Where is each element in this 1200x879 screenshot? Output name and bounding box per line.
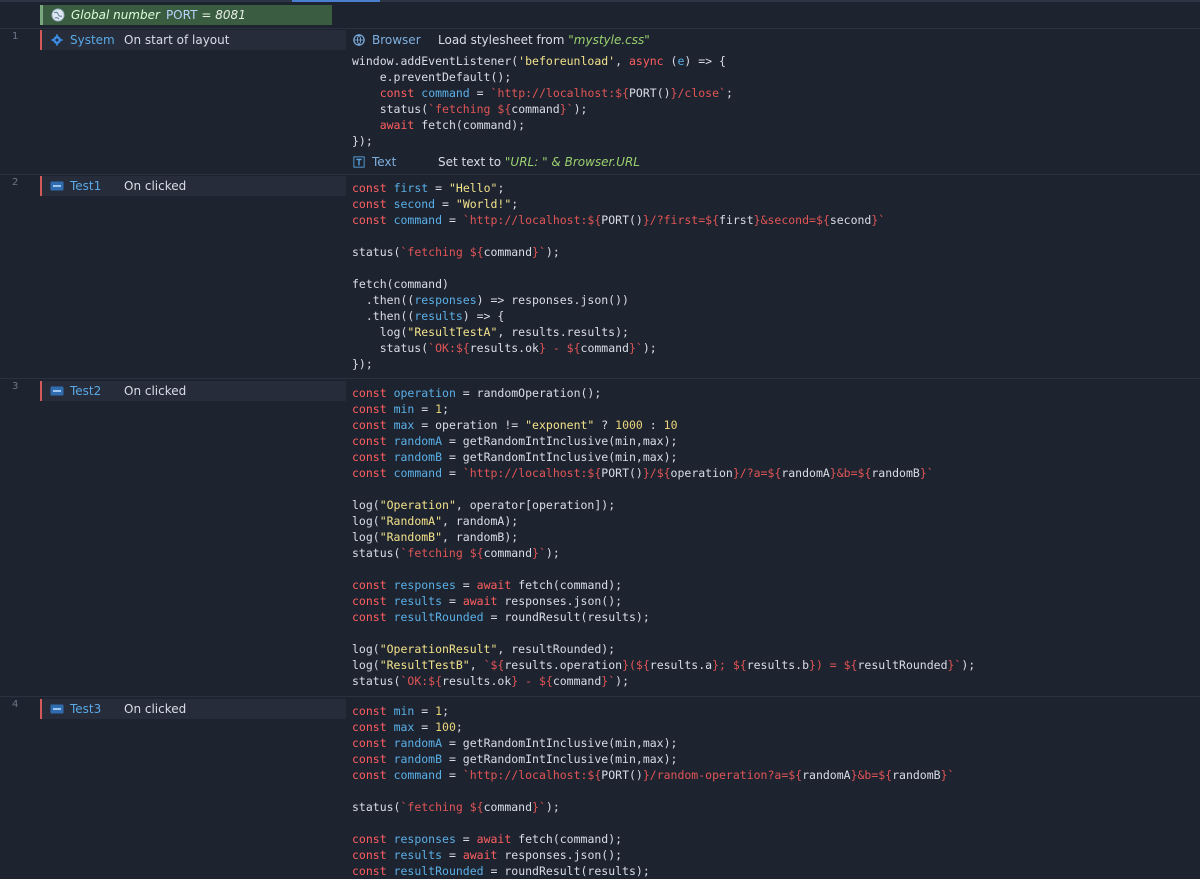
browser-icon [353, 34, 365, 46]
event-condition-test1[interactable]: Test1 On clicked [40, 176, 346, 196]
action-literal: "URL: " & Browser.URL [504, 155, 640, 169]
active-tab-indicator [292, 0, 380, 2]
action-text-set-text[interactable]: Text Set text to "URL: " & Browser.URL [352, 153, 640, 171]
condition-trigger: On clicked [124, 179, 187, 193]
condition-object: Test3 [42, 702, 124, 716]
button-icon [50, 181, 64, 191]
event-number: 4 [12, 699, 19, 710]
event-condition-test2[interactable]: Test2 On clicked [40, 381, 346, 401]
event-divider [0, 696, 1200, 697]
globe-icon [51, 8, 65, 22]
condition-trigger: On clicked [124, 384, 187, 398]
action-object-name: Text [372, 155, 397, 169]
action-object: Browser [352, 33, 438, 47]
condition-object: Test2 [42, 384, 124, 398]
global-variable-port[interactable]: Global number PORT = 8081 [40, 5, 332, 25]
condition-trigger: On start of layout [124, 33, 230, 47]
event-divider [0, 378, 1200, 379]
action-object: Text [352, 155, 438, 169]
script-block-1[interactable]: window.addEventListener('beforeunload', … [352, 53, 733, 149]
button-icon [50, 704, 64, 714]
text-icon [353, 156, 365, 168]
event-number: 1 [12, 31, 19, 42]
condition-object-name: Test1 [70, 179, 102, 193]
top-divider [0, 0, 1200, 2]
gear-icon [51, 34, 63, 46]
condition-object-name: System [70, 33, 115, 47]
event-number: 3 [12, 381, 19, 392]
action-description: Load stylesheet from "mystyle.css" [438, 33, 650, 47]
action-text: Load stylesheet from [438, 33, 569, 47]
event-divider [0, 28, 1200, 29]
action-description: Set text to "URL: " & Browser.URL [438, 155, 640, 169]
script-block-4[interactable]: const min = 1; const max = 100; const ra… [352, 703, 954, 879]
action-object-name: Browser [372, 33, 421, 47]
event-number: 2 [12, 177, 19, 188]
script-block-2[interactable]: const first = "Hello"; const second = "W… [352, 180, 885, 372]
condition-object: System [42, 33, 124, 47]
condition-object-name: Test2 [70, 384, 102, 398]
button-icon [50, 386, 64, 396]
action-literal: "mystyle.css" [568, 33, 650, 47]
condition-trigger: On clicked [124, 702, 187, 716]
event-condition-system[interactable]: System On start of layout [40, 30, 346, 50]
action-browser-load-stylesheet[interactable]: Browser Load stylesheet from "mystyle.cs… [352, 31, 650, 49]
condition-object-name: Test3 [70, 702, 102, 716]
event-condition-test3[interactable]: Test3 On clicked [40, 699, 346, 719]
global-variable-label: Global number [71, 8, 160, 22]
script-block-3[interactable]: const operation = randomOperation(); con… [352, 385, 975, 689]
global-variable-value: = 8081 [201, 8, 246, 22]
global-variable-name: PORT [165, 8, 198, 22]
event-divider [0, 174, 1200, 175]
action-text: Set text to [438, 155, 505, 169]
condition-object: Test1 [42, 179, 124, 193]
